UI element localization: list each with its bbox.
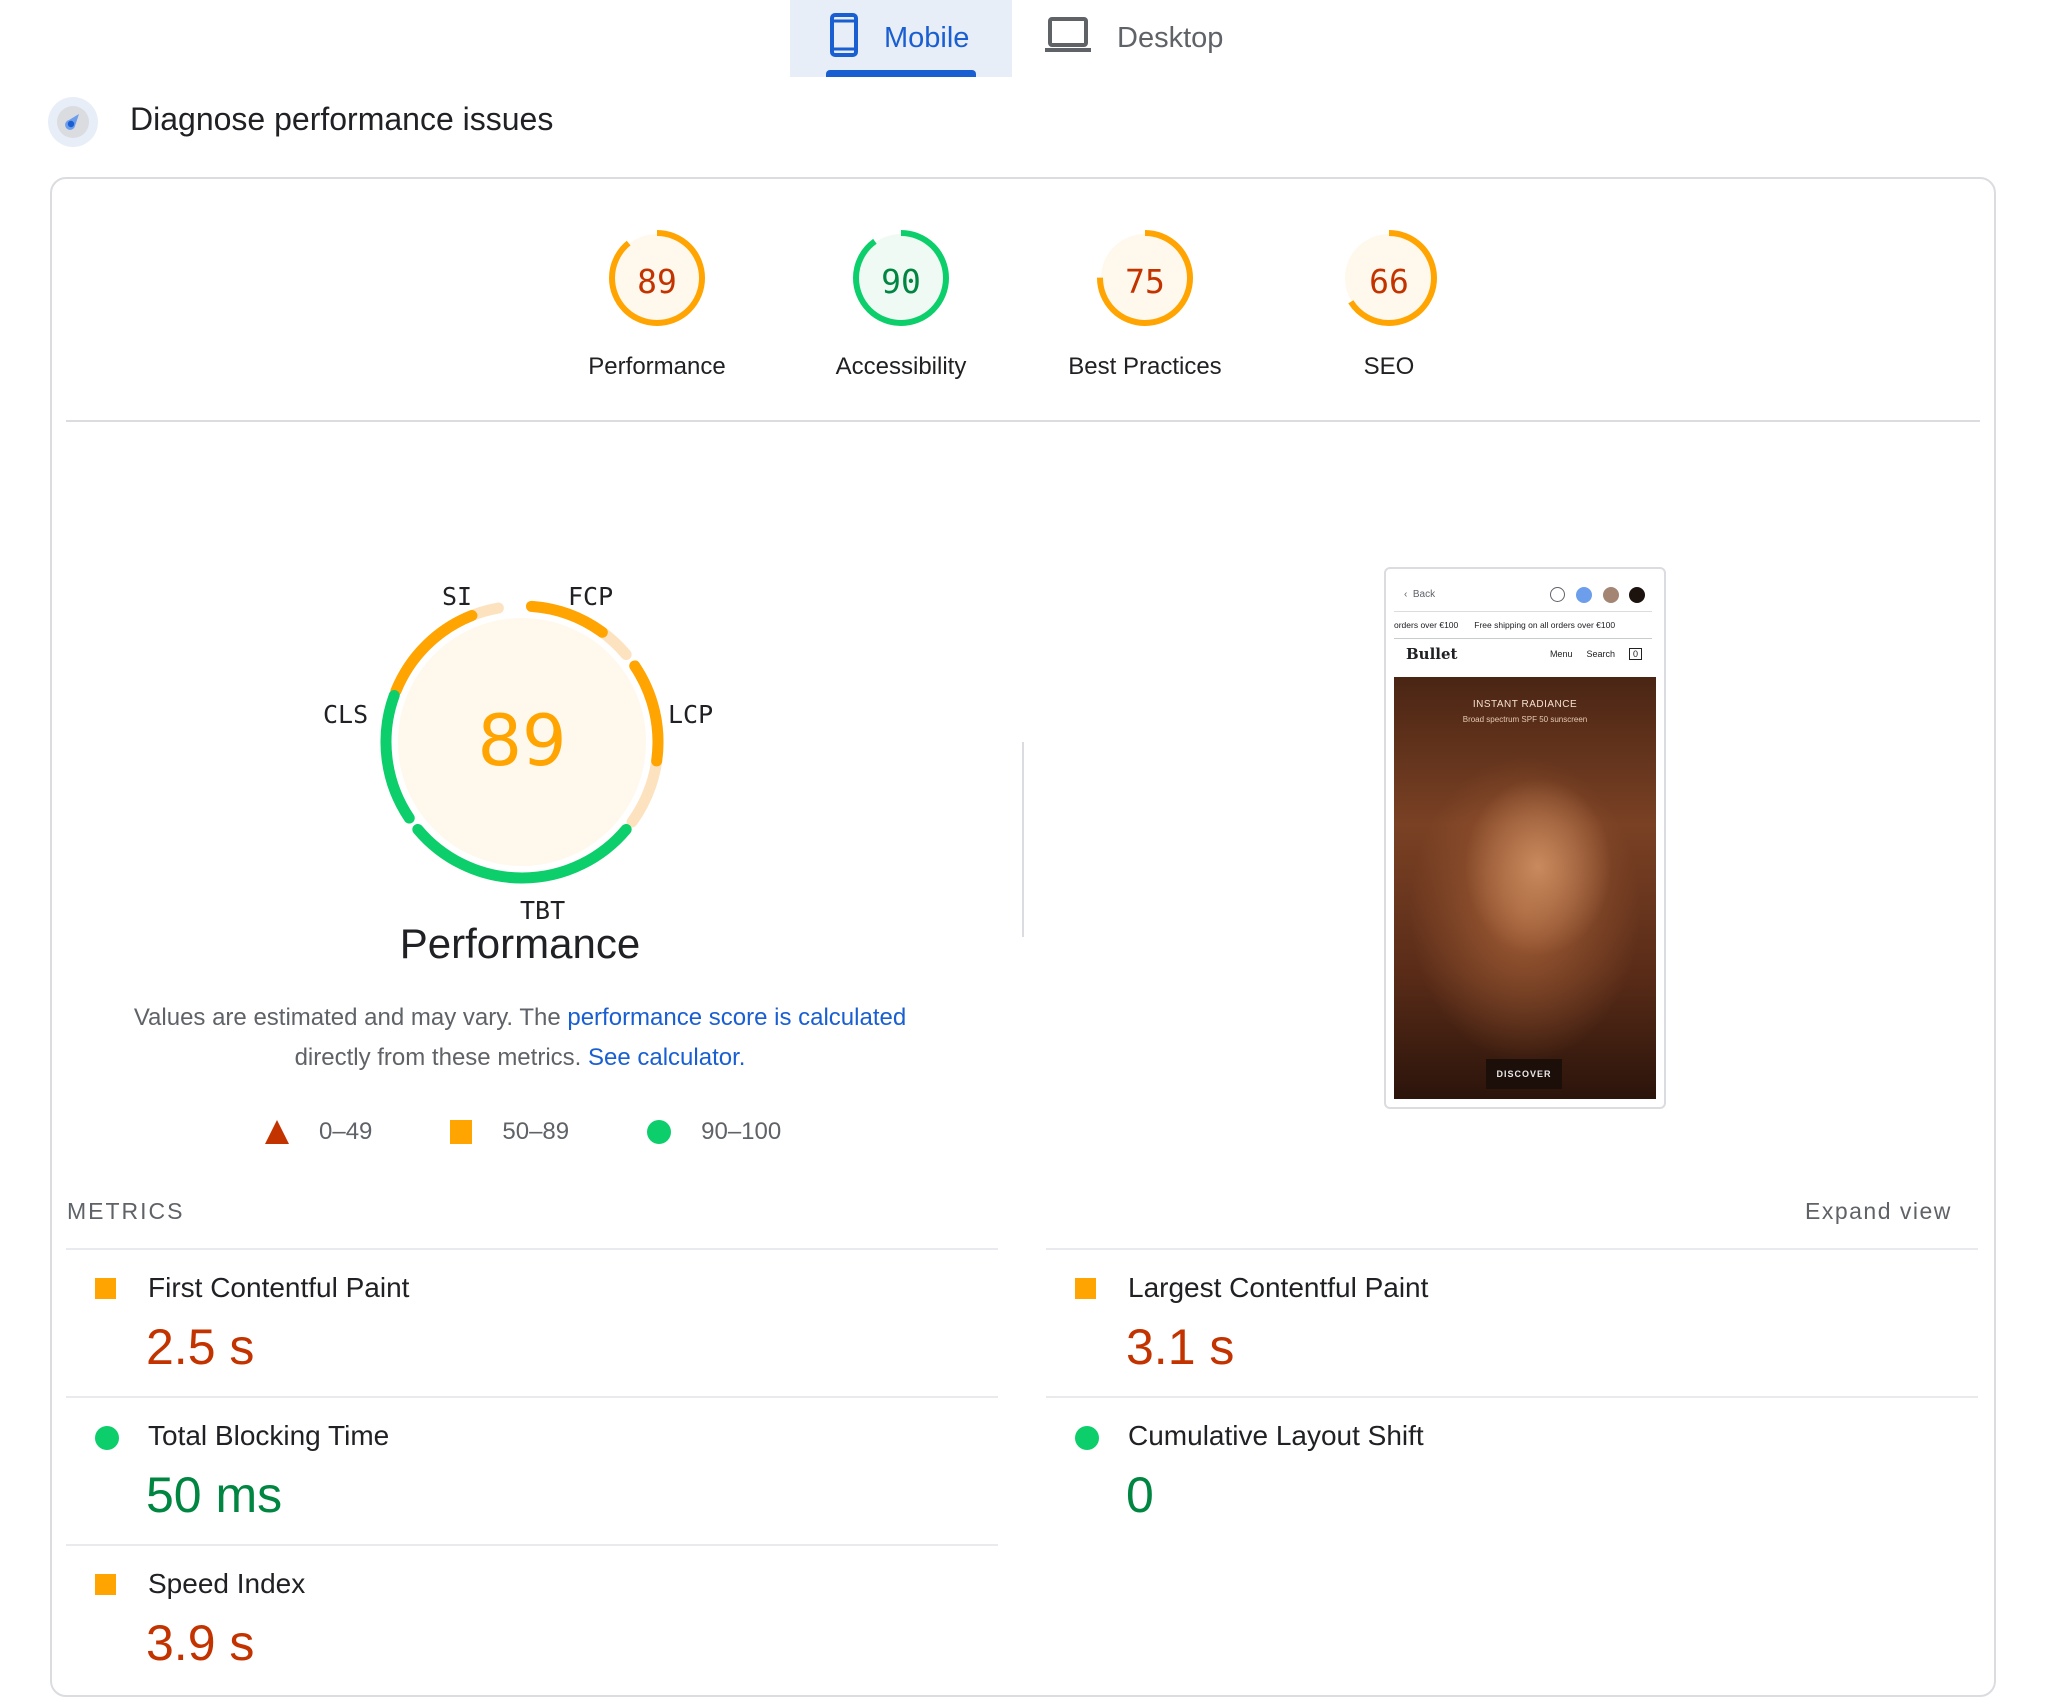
gauge-label-si: SI: [442, 582, 473, 611]
tab-mobile-label: Mobile: [884, 22, 970, 54]
category-score-seo[interactable]: 66 SEO: [1339, 228, 1439, 380]
metric-label: Largest Contentful Paint: [1128, 1272, 1429, 1303]
metric-value: 2.5 s: [146, 1319, 255, 1375]
triangle-icon: [265, 1120, 289, 1144]
score-value: 90: [881, 262, 921, 301]
score-calculated-link[interactable]: performance score is calculated: [567, 1004, 906, 1031]
metric-label: Total Blocking Time: [148, 1420, 390, 1451]
tab-desktop[interactable]: Desktop: [1045, 0, 1285, 77]
screenshot-search: Search: [1586, 649, 1615, 659]
hero-heading: INSTANT RADIANCE: [1472, 699, 1578, 710]
performance-gauge: SI FCP LCP TBT CLS 89: [300, 560, 750, 960]
legend-range: 0–49: [319, 1118, 373, 1145]
page-screenshot: ‹ Back orders over €100 Free shipping on…: [1384, 567, 1666, 1109]
tab-desktop-label: Desktop: [1117, 22, 1224, 54]
page-title: Diagnose performance issues: [130, 101, 554, 137]
square-icon: [95, 1278, 116, 1299]
metric-total-blocking-time: Total Blocking Time 50 ms: [66, 1398, 966, 1538]
screenshot-back: ‹ Back: [1404, 589, 1436, 600]
smartphone-icon: [830, 12, 858, 65]
square-icon: [450, 1120, 473, 1144]
circle-icon: [95, 1426, 119, 1450]
swatch: [1550, 587, 1565, 602]
expand-view-button[interactable]: Expand view: [1805, 1198, 1952, 1225]
score-legend: 0–49 50–89 90–100: [265, 1118, 859, 1146]
metric-speed-index: Speed Index 3.9 s: [66, 1546, 966, 1686]
performance-score: 89: [477, 700, 567, 782]
hero-subheading: Broad spectrum SPF 50 sunscreen: [1462, 715, 1588, 724]
tab-mobile[interactable]: Mobile: [790, 0, 1012, 77]
vertical-divider: [1022, 742, 1024, 937]
circle-icon: [647, 1120, 672, 1144]
legend-pass: 90–100: [647, 1118, 781, 1146]
banner-text: Free shipping on all orders over €100: [1474, 620, 1616, 630]
gauge-label-lcp: LCP: [668, 700, 714, 729]
square-icon: [95, 1574, 116, 1595]
see-calculator-link[interactable]: See calculator.: [588, 1044, 745, 1071]
gauge-label-cls: CLS: [323, 700, 369, 729]
performance-description: Values are estimated and may vary. The p…: [100, 998, 940, 1078]
score-label: Best Practices: [1068, 353, 1222, 380]
metric-first-contentful-paint: First Contentful Paint 2.5 s: [66, 1250, 966, 1390]
legend-fail: 0–49: [265, 1118, 372, 1146]
legend-average: 50–89: [450, 1118, 569, 1146]
metric-value: 3.1 s: [1126, 1319, 1235, 1375]
screenshot-menu: Menu: [1549, 649, 1573, 659]
screenshot-topbar: ‹ Back: [1386, 569, 1664, 609]
description-text-2: directly from these metrics.: [294, 1044, 588, 1071]
divider: [66, 420, 1980, 422]
lighthouse-gauge-icon: [48, 97, 98, 147]
metrics-heading: METRICS: [67, 1198, 185, 1224]
description-text: Values are estimated and may vary. The: [133, 1004, 568, 1031]
screenshot-brand: Bullet: [1406, 645, 1458, 663]
screenshot-nav: Bullet Menu Search 0: [1394, 639, 1652, 669]
screenshot-hero-image: INSTANT RADIANCE Broad spectrum SPF 50 s…: [1394, 677, 1656, 1099]
score-value: 89: [637, 262, 677, 301]
hero-button: DISCOVER: [1486, 1059, 1562, 1089]
score-value: 75: [1125, 262, 1165, 301]
metric-largest-contentful-paint: Largest Contentful Paint 3.1 s: [1046, 1250, 1946, 1390]
swatch: [1576, 587, 1592, 603]
metric-label: Speed Index: [148, 1568, 306, 1599]
circle-icon: [1075, 1426, 1099, 1450]
metric-cumulative-layout-shift: Cumulative Layout Shift 0: [1046, 1398, 1946, 1538]
screenshot-cart: 0: [1628, 648, 1642, 660]
gauge-label-fcp: FCP: [568, 582, 614, 611]
metric-value: 3.9 s: [146, 1615, 255, 1671]
legend-range: 90–100: [701, 1118, 782, 1145]
performance-title: Performance: [399, 920, 641, 967]
score-label: SEO: [1363, 353, 1415, 380]
square-icon: [1075, 1278, 1096, 1299]
score-value: 66: [1369, 262, 1409, 301]
legend-range: 50–89: [502, 1118, 570, 1145]
category-score-accessibility[interactable]: 90 Accessibility: [836, 228, 966, 380]
tab-active-indicator: [826, 70, 976, 77]
score-label: Performance: [588, 353, 726, 380]
swatch: [1603, 587, 1619, 603]
swatch: [1629, 587, 1645, 603]
metric-value: 50 ms: [146, 1467, 283, 1523]
category-score-performance[interactable]: 89 Performance: [588, 228, 726, 380]
metric-label: Cumulative Layout Shift: [1128, 1420, 1424, 1451]
score-label: Accessibility: [835, 353, 967, 380]
screenshot-banner: orders over €100 Free shipping on all or…: [1394, 611, 1652, 639]
banner-text: orders over €100: [1394, 620, 1459, 630]
metric-value: 0: [1126, 1467, 1154, 1523]
category-score-best-practices[interactable]: 75 Best Practices: [1068, 228, 1222, 380]
laptop-icon: [1045, 16, 1091, 62]
metric-label: First Contentful Paint: [148, 1272, 410, 1303]
